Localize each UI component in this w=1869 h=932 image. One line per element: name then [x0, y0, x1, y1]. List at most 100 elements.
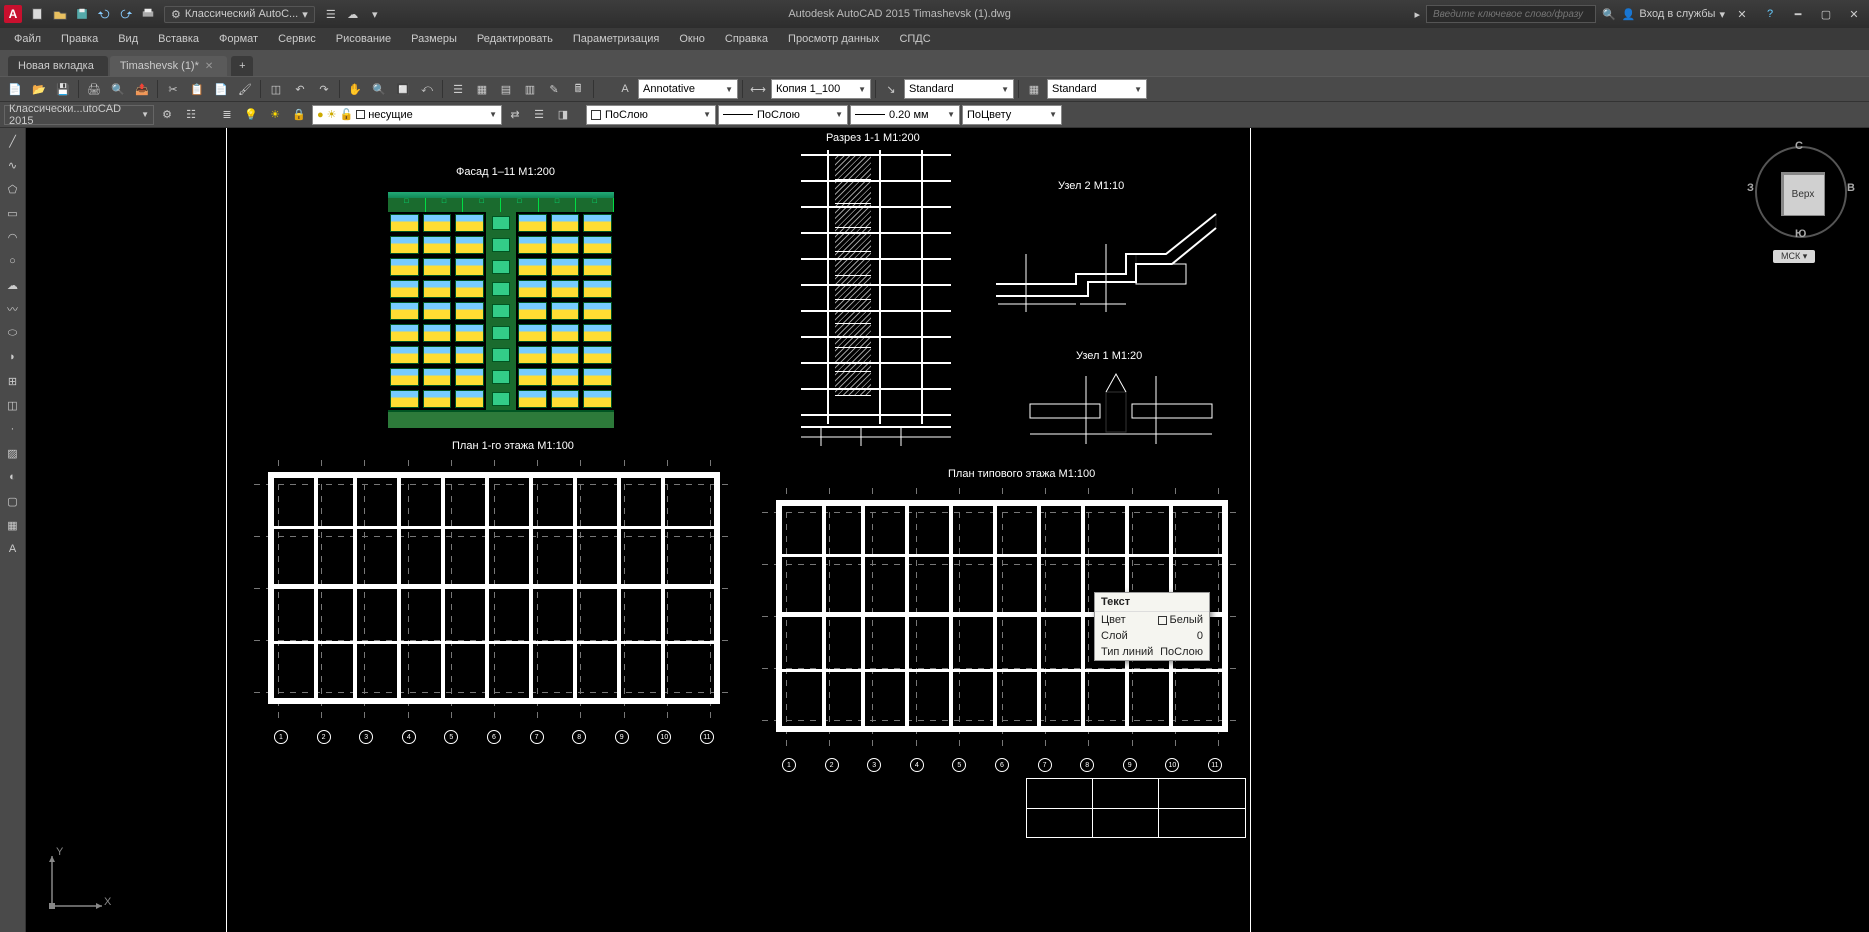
mtext-icon[interactable]: A — [2, 538, 24, 560]
menu-express[interactable]: Просмотр данных — [778, 30, 889, 48]
compass-s[interactable]: Ю — [1795, 228, 1806, 240]
compass-w[interactable]: З — [1747, 182, 1754, 194]
props-icon[interactable]: ☰ — [447, 78, 469, 100]
point-icon[interactable]: · — [2, 418, 24, 440]
menu-edit[interactable]: Правка — [51, 30, 108, 48]
line-icon[interactable]: ╱ — [2, 130, 24, 152]
layer-combo[interactable]: ● ☀ 🔓 несущие ▼ — [312, 105, 502, 125]
gradient-icon[interactable]: ◐ — [2, 466, 24, 488]
layer-on-icon[interactable]: 💡 — [240, 104, 262, 126]
pline-icon[interactable]: ∿ — [2, 154, 24, 176]
block-icon[interactable]: ◫ — [265, 78, 287, 100]
paste-icon[interactable]: 📄 — [210, 78, 232, 100]
minimize-button[interactable]: ━ — [1787, 5, 1809, 23]
layer-lock-icon[interactable]: 🔒 — [288, 104, 310, 126]
search-input[interactable] — [1426, 5, 1596, 23]
search-play-icon[interactable]: ▸ — [1414, 8, 1420, 21]
qat-redo-icon[interactable] — [116, 4, 136, 24]
tab-new[interactable]: Новая вкладка — [8, 56, 108, 76]
exchange-icon[interactable]: ✕ — [1731, 5, 1753, 23]
tablestyle-icon[interactable]: ▦ — [1023, 78, 1045, 100]
maximize-button[interactable]: ▢ — [1815, 5, 1837, 23]
menu-file[interactable]: Файл — [4, 30, 51, 48]
qat-open-icon[interactable] — [50, 4, 70, 24]
print-icon[interactable]: 🖨 — [83, 78, 105, 100]
ellipse-icon[interactable]: ⬭ — [2, 322, 24, 344]
menu-window[interactable]: Окно — [669, 30, 715, 48]
ws-save-icon[interactable]: ☷ — [180, 104, 202, 126]
workspace-combo[interactable]: Классически...utoCAD 2015▼ — [4, 105, 154, 125]
infocenter-icon[interactable]: 🔍 — [1602, 8, 1616, 21]
publish-icon[interactable]: 📤 — [131, 78, 153, 100]
open-icon[interactable]: 📂 — [28, 78, 50, 100]
mleaderstyle-icon[interactable]: ↘ — [880, 78, 902, 100]
tp-icon[interactable]: ▤ — [495, 78, 517, 100]
table-icon[interactable]: ▦ — [2, 514, 24, 536]
qat-cloud-icon[interactable]: ☁ — [343, 4, 363, 24]
dimstyle-combo[interactable]: Копия 1_100▼ — [771, 79, 871, 99]
viewcube[interactable]: С В Ю З Верх МСК ▾ — [1751, 142, 1851, 282]
textstyle-icon[interactable]: A — [614, 78, 636, 100]
menu-parametric[interactable]: Параметризация — [563, 30, 669, 48]
layer-prev-icon[interactable]: ⇄ — [504, 104, 526, 126]
menu-draw[interactable]: Рисование — [326, 30, 401, 48]
spline-icon[interactable]: 〰 — [2, 298, 24, 320]
pan-icon[interactable]: ✋ — [344, 78, 366, 100]
plotstyle-combo[interactable]: ПоЦвету▼ — [962, 105, 1062, 125]
rectangle-icon[interactable]: ▭ — [2, 202, 24, 224]
ellipsearc-icon[interactable]: ◗ — [2, 346, 24, 368]
linetype-combo[interactable]: ПоСлою▼ — [718, 105, 848, 125]
ssm-icon[interactable]: ▥ — [519, 78, 541, 100]
qat-save-icon[interactable] — [72, 4, 92, 24]
menu-help[interactable]: Справка — [715, 30, 778, 48]
arc-icon[interactable]: ◠ — [2, 226, 24, 248]
signin-button[interactable]: 👤 Вход в службы ▾ — [1622, 8, 1725, 21]
preview-icon[interactable]: 🔍 — [107, 78, 129, 100]
dc-icon[interactable]: ▦ — [471, 78, 493, 100]
menu-insert[interactable]: Вставка — [148, 30, 209, 48]
insert-icon[interactable]: ⊞ — [2, 370, 24, 392]
textstyle-combo[interactable]: Annotative▼ — [638, 79, 738, 99]
markup-icon[interactable]: ✎ — [543, 78, 565, 100]
mleaderstyle-combo[interactable]: Standard▼ — [904, 79, 1014, 99]
layer-iso-icon[interactable]: ◨ — [552, 104, 574, 126]
compass-e[interactable]: В — [1847, 182, 1855, 194]
qat-undo-icon[interactable] — [94, 4, 114, 24]
close-icon[interactable]: ✕ — [205, 61, 213, 72]
close-button[interactable]: ✕ — [1843, 5, 1865, 23]
qat-new-icon[interactable] — [28, 4, 48, 24]
app-logo[interactable]: A — [4, 5, 22, 23]
copy-icon[interactable]: 📋 — [186, 78, 208, 100]
undo-icon[interactable]: ↶ — [289, 78, 311, 100]
menu-view[interactable]: Вид — [108, 30, 148, 48]
revcloud-icon[interactable]: ☁ — [2, 274, 24, 296]
menu-modify[interactable]: Редактировать — [467, 30, 563, 48]
polygon-icon[interactable]: ⬠ — [2, 178, 24, 200]
qat-dropdown-icon[interactable]: ▾ — [365, 4, 385, 24]
new-icon[interactable]: 📄 — [4, 78, 26, 100]
color-combo[interactable]: ПоСлою▼ — [586, 105, 716, 125]
zoom-rt-icon[interactable]: 🔍 — [368, 78, 390, 100]
tablestyle-combo[interactable]: Standard▼ — [1047, 79, 1147, 99]
wcs-badge[interactable]: МСК ▾ — [1773, 250, 1815, 263]
qcalc-icon[interactable]: 🖩 — [567, 78, 589, 100]
redo-icon[interactable]: ↷ — [313, 78, 335, 100]
zoom-win-icon[interactable]: 🔲 — [392, 78, 414, 100]
menu-format[interactable]: Формат — [209, 30, 268, 48]
tab-timashevsk[interactable]: Timashevsk (1)*✕ — [110, 56, 227, 76]
tab-add-button[interactable]: + — [231, 56, 253, 76]
workspace-picker[interactable]: ⚙ Классический AutoC... ▾ — [164, 6, 315, 23]
viewcube-top[interactable]: Верх — [1781, 172, 1825, 216]
zoom-prev-icon[interactable]: ⤺ — [416, 78, 438, 100]
menu-tools[interactable]: Сервис — [268, 30, 326, 48]
block-icon[interactable]: ◫ — [2, 394, 24, 416]
drawing-canvas[interactable]: Фасад 1–11 М1:200 Разрез 1-1 М1:200 Узел… — [26, 128, 1869, 932]
save-icon[interactable]: 💾 — [52, 78, 74, 100]
hatch-icon[interactable]: ▨ — [2, 442, 24, 464]
matchprops-icon[interactable]: 🖌 — [234, 78, 256, 100]
region-icon[interactable]: ▢ — [2, 490, 24, 512]
menu-dimension[interactable]: Размеры — [401, 30, 467, 48]
layerprops-icon[interactable]: ≣ — [216, 104, 238, 126]
circle-icon[interactable]: ○ — [2, 250, 24, 272]
cut-icon[interactable]: ✂ — [162, 78, 184, 100]
